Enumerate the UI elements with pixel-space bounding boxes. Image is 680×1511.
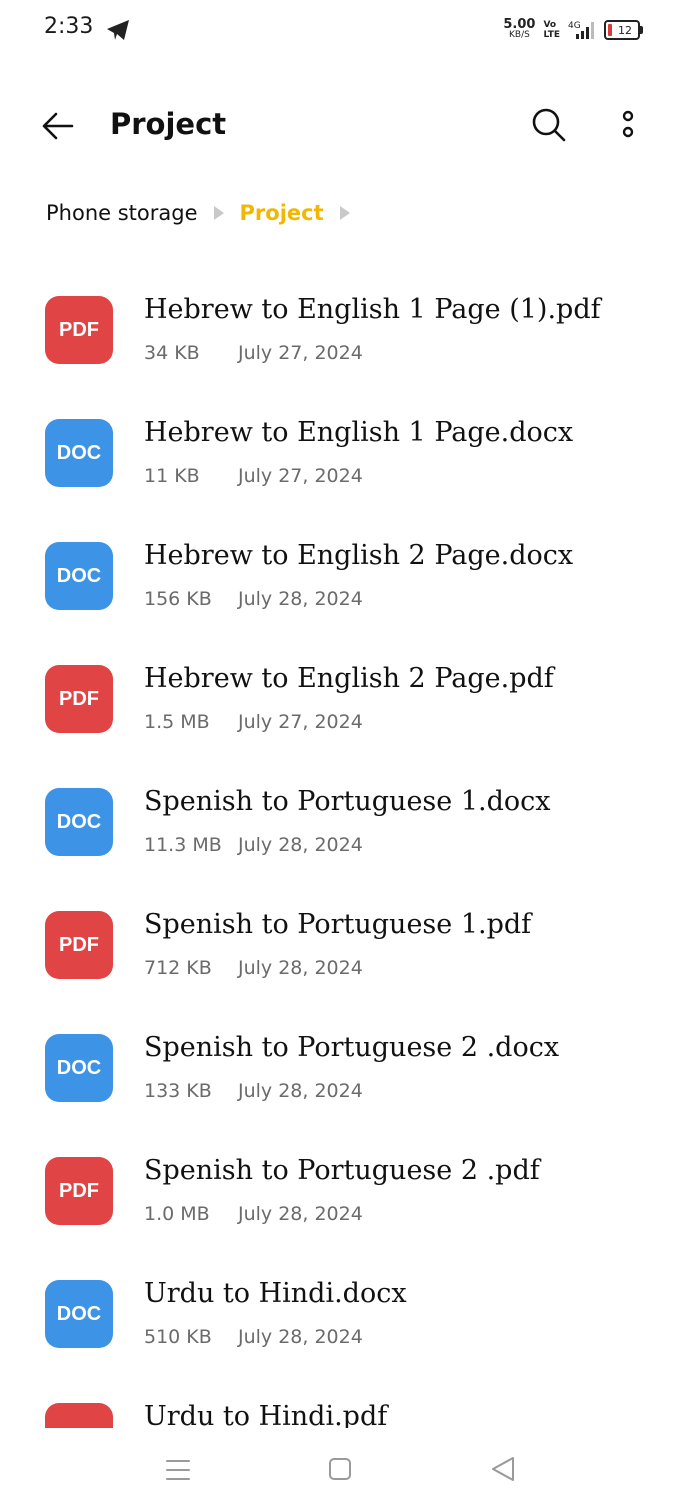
file-date: July 28, 2024: [238, 957, 363, 979]
file-size: 1.0 MB: [144, 1203, 210, 1225]
file-date: July 28, 2024: [238, 1203, 363, 1225]
app-bar: Project: [0, 90, 680, 162]
file-size: 11 KB: [144, 465, 200, 487]
network-speed: 5.00 KB/S: [503, 17, 536, 40]
file-list: PDF Hebrew to English 1 Page (1).pdf 34 …: [0, 272, 680, 1428]
file-meta: 34 KB July 27, 2024: [144, 342, 363, 364]
file-meta: 11 KB July 27, 2024: [144, 465, 363, 487]
pdf-file-icon: PDF: [45, 911, 113, 979]
telegram-icon: [107, 20, 129, 40]
status-indicators: 5.00 KB/S Vo LTE 4G 12: [503, 16, 643, 44]
pdf-file-icon: PDF: [45, 296, 113, 364]
chevron-right-icon: [339, 206, 350, 220]
file-size: 1.5 MB: [144, 711, 210, 733]
file-name: Spenish to Portuguese 2 .pdf: [144, 1155, 540, 1186]
signal-icon: 4G: [568, 21, 594, 39]
file-date: July 27, 2024: [238, 711, 363, 733]
volte-top: Vo: [543, 20, 557, 30]
battery-percent: 12: [618, 23, 632, 37]
nav-menu-icon[interactable]: [164, 1456, 192, 1484]
file-size: 11.3 MB: [144, 834, 222, 856]
file-date: July 27, 2024: [238, 465, 363, 487]
volte-indicator: Vo LTE: [543, 20, 560, 40]
file-item[interactable]: PDF Hebrew to English 2 Page.pdf 1.5 MB J…: [0, 641, 680, 763]
battery-level: [608, 24, 612, 36]
file-name: Spenish to Portuguese 1.docx: [144, 786, 551, 817]
pdf-file-icon: PDF: [45, 1157, 113, 1225]
file-size: 133 KB: [144, 1080, 212, 1102]
file-name: Hebrew to English 2 Page.pdf: [144, 663, 554, 694]
file-meta: 133 KB July 28, 2024: [144, 1080, 363, 1102]
back-arrow-icon[interactable]: [40, 108, 76, 144]
file-size: 510 KB: [144, 1326, 212, 1348]
doc-file-icon: DOC: [45, 788, 113, 856]
network-speed-unit: KB/S: [509, 30, 530, 40]
file-date: July 28, 2024: [238, 588, 363, 610]
doc-file-icon: DOC: [45, 1280, 113, 1348]
breadcrumb-project[interactable]: Project: [240, 201, 324, 225]
file-item[interactable]: DOC Hebrew to English 2 Page.docx 156 KB…: [0, 518, 680, 640]
battery-icon: 12: [604, 20, 643, 40]
file-size: 34 KB: [144, 342, 200, 364]
file-item[interactable]: DOC Spenish to Portuguese 2 .docx 133 KB…: [0, 1010, 680, 1132]
status-time: 2:33: [44, 14, 94, 39]
pdf-file-icon: PDF: [45, 665, 113, 733]
file-name: Hebrew to English 1 Page.docx: [144, 417, 574, 448]
file-name: Hebrew to English 1 Page (1).pdf: [144, 294, 601, 325]
file-date: July 28, 2024: [238, 1080, 363, 1102]
doc-file-icon: DOC: [45, 1034, 113, 1102]
file-meta: 1.5 MB July 27, 2024: [144, 711, 363, 733]
page-title: Project: [110, 107, 227, 141]
file-size: 712 KB: [144, 957, 212, 979]
chevron-right-icon: [213, 206, 224, 220]
more-vertical-icon[interactable]: [618, 110, 638, 142]
breadcrumb: Phone storage Project: [46, 196, 350, 230]
network-type: 4G: [568, 21, 581, 31]
file-date: July 28, 2024: [238, 834, 363, 856]
file-name: Urdu to Hindi.docx: [144, 1278, 407, 1309]
search-icon[interactable]: [530, 106, 568, 144]
file-name: Urdu to Hindi.pdf: [144, 1401, 388, 1428]
file-item[interactable]: DOC Hebrew to English 1 Page.docx 11 KB J…: [0, 395, 680, 517]
file-size: 156 KB: [144, 588, 212, 610]
file-meta: 11.3 MB July 28, 2024: [144, 834, 363, 856]
file-item[interactable]: PDF Hebrew to English 1 Page (1).pdf 34 …: [0, 272, 680, 394]
file-date: July 27, 2024: [238, 342, 363, 364]
pdf-file-icon: PDF: [45, 1403, 113, 1428]
network-speed-value: 5.00: [503, 17, 536, 32]
file-meta: 1.0 MB July 28, 2024: [144, 1203, 363, 1225]
file-name: Hebrew to English 2 Page.docx: [144, 540, 574, 571]
file-date: July 28, 2024: [238, 1326, 363, 1348]
volte-bottom: LTE: [543, 30, 560, 40]
file-meta: 156 KB July 28, 2024: [144, 588, 363, 610]
file-item[interactable]: PDF Spenish to Portuguese 2 .pdf 1.0 MB J…: [0, 1133, 680, 1255]
file-name: Spenish to Portuguese 1.pdf: [144, 909, 532, 940]
doc-file-icon: DOC: [45, 419, 113, 487]
file-item[interactable]: PDF Urdu to Hindi.pdf: [0, 1379, 680, 1428]
nav-home-icon[interactable]: [327, 1456, 353, 1482]
file-name: Spenish to Portuguese 2 .docx: [144, 1032, 560, 1063]
file-item[interactable]: DOC Urdu to Hindi.docx 510 KB July 28, 20…: [0, 1256, 680, 1378]
breadcrumb-phone-storage[interactable]: Phone storage: [46, 201, 198, 225]
nav-back-icon[interactable]: [489, 1454, 517, 1484]
status-bar: 2:33 5.00 KB/S Vo LTE 4G 12: [0, 0, 680, 60]
system-nav-bar: [0, 1432, 680, 1511]
file-meta: 712 KB July 28, 2024: [144, 957, 363, 979]
doc-file-icon: DOC: [45, 542, 113, 610]
file-item[interactable]: DOC Spenish to Portuguese 1.docx 11.3 MB…: [0, 764, 680, 886]
file-meta: 510 KB July 28, 2024: [144, 1326, 363, 1348]
file-item[interactable]: PDF Spenish to Portuguese 1.pdf 712 KB Ju…: [0, 887, 680, 1009]
